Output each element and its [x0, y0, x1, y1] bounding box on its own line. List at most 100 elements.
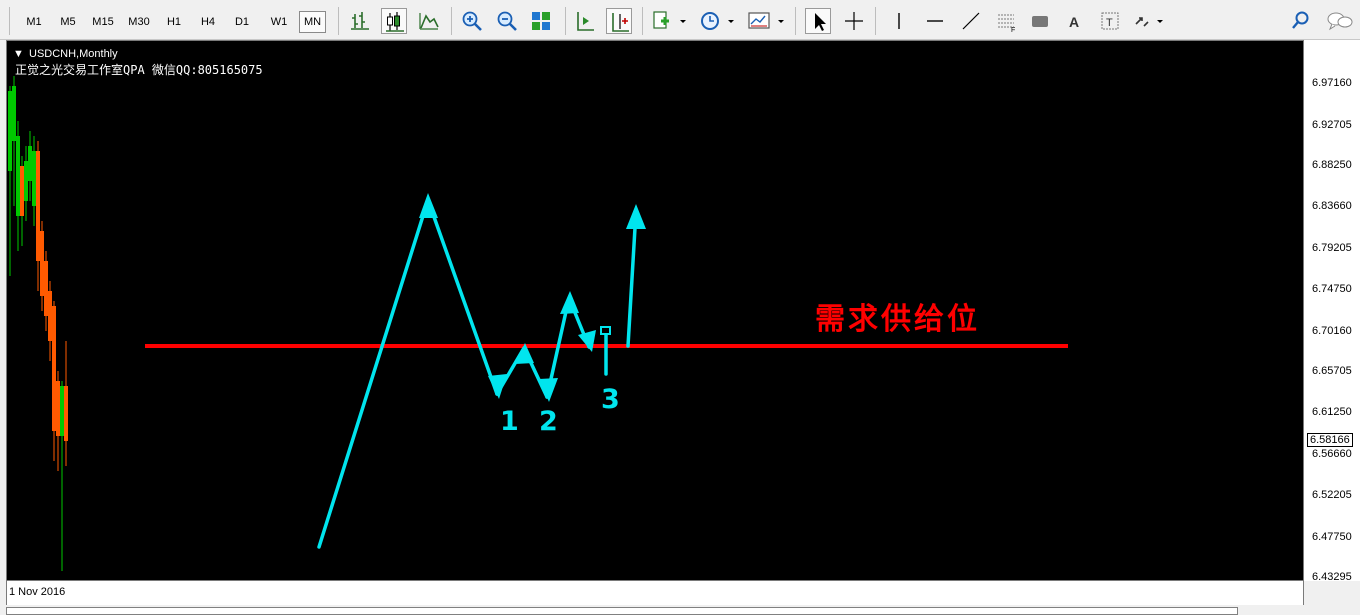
- timeframe-h4[interactable]: H4: [193, 11, 223, 33]
- timeframe-d1[interactable]: D1: [227, 11, 257, 33]
- chart-tab-bar[interactable]: [6, 607, 1238, 615]
- bar-chart-icon: [351, 12, 369, 30]
- text-label-icon: T: [1101, 12, 1119, 30]
- timeframe-w1[interactable]: W1: [262, 11, 296, 33]
- price-label: 6.61250: [1312, 406, 1352, 418]
- text-button[interactable]: A: [1062, 8, 1088, 34]
- trendline-button[interactable]: [958, 8, 984, 34]
- zoom-out-button[interactable]: [494, 8, 520, 34]
- vertical-line-icon: [898, 13, 900, 29]
- zoom-in-icon: [462, 11, 482, 31]
- arrows-icon: [1135, 17, 1163, 27]
- periods-button[interactable]: [697, 8, 737, 34]
- svg-text:A: A: [1069, 14, 1079, 30]
- candle: [40, 231, 44, 296]
- toolbar-separator: [642, 7, 643, 35]
- cursor-icon: [815, 13, 826, 31]
- chart-canvas: ▼ USDCNH,Monthly 正觉之光交易工作室QPA 微信QQ:80516…: [8, 48, 1068, 571]
- price-label: 6.52205: [1312, 489, 1352, 501]
- price-label: 6.43295: [1312, 571, 1352, 583]
- search-button[interactable]: [1289, 8, 1315, 34]
- price-label: 6.74750: [1312, 283, 1352, 295]
- tile-windows-button[interactable]: [528, 8, 554, 34]
- timeframe-m5[interactable]: M5: [53, 11, 83, 33]
- price-label: 6.47750: [1312, 531, 1352, 543]
- arrows-button[interactable]: [1130, 8, 1168, 34]
- clock-icon: [701, 12, 734, 30]
- chart-area[interactable]: ▼ USDCNH,Monthly 正觉之光交易工作室QPA 微信QQ:80516…: [6, 40, 1304, 581]
- candlestick-button[interactable]: [381, 8, 407, 34]
- supply-demand-annotation[interactable]: 需求供给位: [815, 302, 980, 337]
- time-label: 1 Nov 2016: [9, 586, 66, 598]
- text-label-button[interactable]: T: [1097, 8, 1123, 34]
- candle: [24, 161, 28, 201]
- time-axis[interactable]: 1 Nov 2016: [6, 581, 1304, 605]
- dropdown-triangle-icon[interactable]: ▼: [13, 48, 24, 60]
- svg-text:F: F: [1011, 27, 1015, 34]
- candle: [56, 381, 60, 436]
- price-label: 6.88250: [1312, 159, 1352, 171]
- wave-label-1[interactable]: 1: [500, 406, 519, 437]
- horizontal-line-button[interactable]: [922, 8, 948, 34]
- toolbar-separator: [565, 7, 566, 35]
- toolbar-separator: [451, 7, 452, 35]
- timeframe-m1[interactable]: M1: [19, 11, 49, 33]
- vertical-line-button[interactable]: [886, 8, 912, 34]
- candle: [8, 91, 12, 171]
- indicators-icon: [653, 11, 686, 29]
- chat-icon: [1327, 12, 1353, 31]
- candle: [16, 136, 20, 216]
- timeframe-h1[interactable]: H1: [159, 11, 189, 33]
- autoscroll-button[interactable]: [606, 8, 632, 34]
- rectangle-button[interactable]: [1027, 8, 1053, 34]
- price-label: 6.79205: [1312, 242, 1352, 254]
- indicators-button[interactable]: [650, 8, 688, 34]
- wave-label-2[interactable]: 2: [539, 406, 558, 437]
- trendline-icon: [962, 12, 980, 30]
- search-icon: [1292, 11, 1309, 29]
- toolbar-separator: [875, 7, 876, 35]
- chart-shift-icon: [577, 12, 594, 31]
- price-label: 6.70160: [1312, 325, 1352, 337]
- candles: [8, 76, 68, 571]
- text-icon: A: [1069, 14, 1079, 30]
- tile-windows-icon: [532, 12, 550, 30]
- cursor-button[interactable]: [805, 8, 831, 34]
- price-axis[interactable]: 6.97160 6.92705 6.88250 6.83660 6.79205 …: [1304, 40, 1360, 583]
- line-chart-icon: [419, 13, 439, 30]
- templates-button[interactable]: [745, 8, 787, 34]
- autoscroll-icon: [612, 13, 629, 32]
- zoom-in-button[interactable]: [459, 8, 485, 34]
- candle: [44, 261, 48, 316]
- wave-3-marker: [600, 326, 611, 335]
- current-price-label: 6.58166: [1307, 433, 1353, 447]
- template-icon: [748, 12, 784, 29]
- price-label: 6.56660: [1312, 448, 1352, 460]
- line-chart-button[interactable]: [416, 8, 442, 34]
- candlestick-icon: [386, 12, 404, 32]
- crosshair-button[interactable]: [841, 8, 867, 34]
- candle: [60, 386, 64, 436]
- horizontal-line-icon: [927, 20, 943, 22]
- timeframe-m15[interactable]: M15: [87, 11, 119, 33]
- toolbar-separator: [795, 7, 796, 35]
- timeframe-m30[interactable]: M30: [123, 11, 155, 33]
- chat-button[interactable]: [1324, 8, 1356, 34]
- toolbar-grip: [9, 7, 10, 35]
- symbol-label[interactable]: USDCNH,Monthly: [29, 48, 118, 60]
- wave-arrows[interactable]: [317, 198, 638, 549]
- arrow-heads: [419, 193, 646, 402]
- candle: [64, 386, 68, 441]
- candle: [36, 151, 40, 261]
- timeframe-mn[interactable]: MN: [299, 11, 326, 33]
- svg-text:T: T: [1106, 17, 1113, 29]
- bar-chart-button[interactable]: [347, 8, 373, 34]
- fibonacci-button[interactable]: F: [994, 8, 1020, 34]
- candle: [32, 151, 36, 206]
- chart-shift-button[interactable]: [572, 8, 598, 34]
- price-label: 6.92705: [1312, 119, 1352, 131]
- fibonacci-icon: F: [998, 14, 1015, 34]
- candle: [52, 306, 56, 431]
- wave-label-3[interactable]: 3: [601, 384, 620, 415]
- crosshair-icon: [845, 12, 863, 30]
